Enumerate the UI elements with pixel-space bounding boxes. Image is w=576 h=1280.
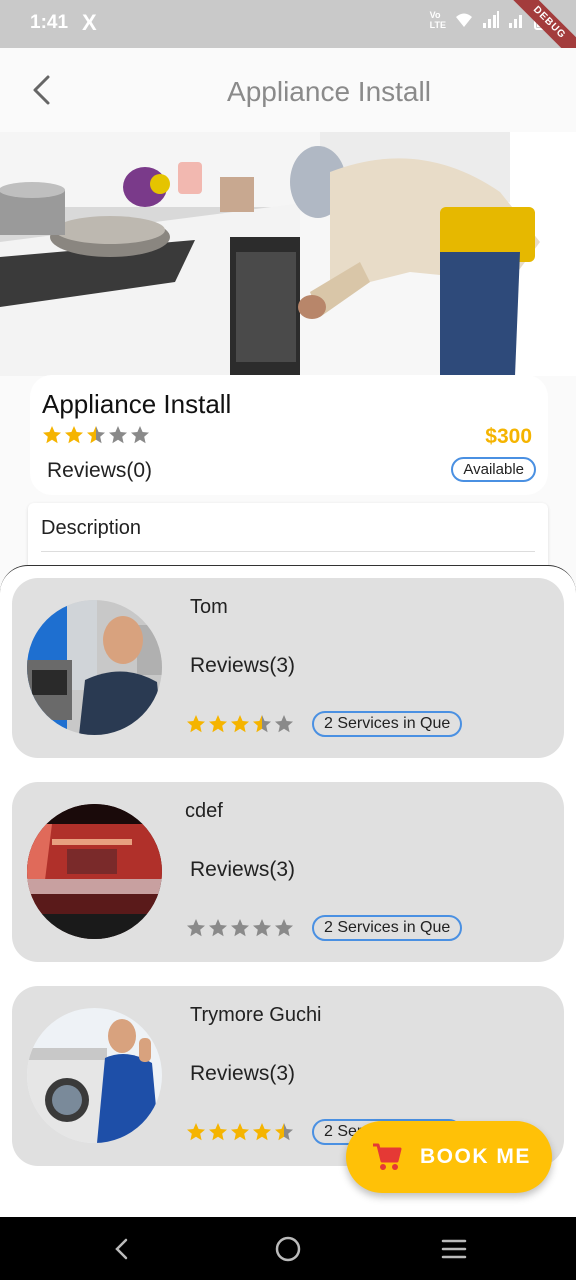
star-icon xyxy=(253,715,271,733)
star-icon xyxy=(65,426,83,444)
star-icon xyxy=(275,919,293,937)
wifi-icon xyxy=(456,13,472,27)
menu-icon xyxy=(441,1239,467,1259)
star-icon xyxy=(253,919,271,937)
page-title: Appliance Install xyxy=(227,76,431,107)
star-icon xyxy=(209,715,227,733)
star-icon xyxy=(43,426,61,444)
star-icon xyxy=(231,1123,249,1141)
status-time: 1:41 xyxy=(30,12,69,33)
provider-avatar xyxy=(27,804,162,939)
back-icon xyxy=(115,1238,128,1260)
provider-name: Trymore Guchi xyxy=(190,1004,322,1026)
star-icon xyxy=(231,715,249,733)
provider-avatar xyxy=(27,600,162,735)
star-icon xyxy=(275,1123,293,1141)
provider-reviews[interactable]: Reviews(3) xyxy=(190,858,295,882)
nav-back-button[interactable] xyxy=(106,1233,138,1265)
provider-card[interactable]: Tom Reviews(3) 2 Services in Que xyxy=(12,578,564,758)
providers-sheet: Tom Reviews(3) 2 Services in Que cdef Re… xyxy=(0,565,576,1217)
description-label: Description xyxy=(41,517,142,539)
provider-reviews[interactable]: Reviews(3) xyxy=(190,654,295,678)
provider-reviews[interactable]: Reviews(3) xyxy=(190,1062,295,1086)
provider-rating xyxy=(186,1122,294,1142)
star-icon xyxy=(87,426,105,444)
x-app-icon: X xyxy=(82,10,97,35)
service-reviews[interactable]: Reviews(0) xyxy=(47,459,152,483)
service-price: $300 xyxy=(485,425,532,448)
status-bar: 1:41 X Vo LTE DEBUG xyxy=(0,0,576,69)
service-hero-image xyxy=(0,132,576,376)
star-icon xyxy=(209,919,227,937)
signal-icon-2 xyxy=(509,15,522,28)
provider-rating xyxy=(186,918,294,938)
cart-icon xyxy=(373,1143,402,1170)
system-nav-bar xyxy=(0,1217,576,1280)
star-icon xyxy=(131,426,149,444)
provider-card[interactable]: cdef Reviews(3) 2 Services in Que xyxy=(12,782,564,962)
star-icon xyxy=(109,426,127,444)
queue-badge: 2 Services in Que xyxy=(312,711,463,737)
book-me-button[interactable]: BOOK ME xyxy=(346,1121,552,1193)
queue-badge: 2 Services in Que xyxy=(312,915,463,941)
availability-badge: Available xyxy=(451,457,536,482)
provider-rating xyxy=(186,714,294,734)
nav-home-button[interactable] xyxy=(272,1233,304,1265)
service-rating xyxy=(42,425,150,445)
provider-avatar xyxy=(27,1008,162,1143)
provider-name: Tom xyxy=(190,596,228,618)
star-icon xyxy=(209,1123,227,1141)
app-bar: Appliance Install xyxy=(0,48,576,132)
star-icon xyxy=(187,1123,205,1141)
star-icon xyxy=(187,715,205,733)
star-icon xyxy=(253,1123,271,1141)
volte-icon: Vo LTE xyxy=(429,10,446,30)
signal-icon xyxy=(483,11,499,28)
service-info-card: Appliance Install $300 Reviews(0) Availa… xyxy=(30,375,548,495)
star-icon xyxy=(231,919,249,937)
home-icon xyxy=(275,1236,301,1262)
provider-name: cdef xyxy=(185,800,223,822)
book-me-label: BOOK ME xyxy=(420,1145,531,1168)
service-title: Appliance Install xyxy=(42,389,232,419)
divider xyxy=(41,551,535,552)
nav-recents-button[interactable] xyxy=(438,1233,470,1265)
star-icon xyxy=(187,919,205,937)
star-icon xyxy=(275,715,293,733)
